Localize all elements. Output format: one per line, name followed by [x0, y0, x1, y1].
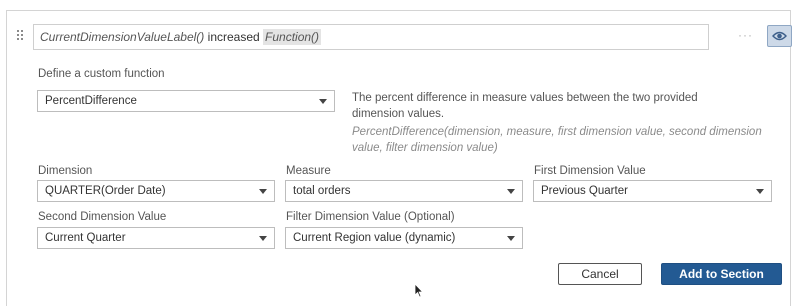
dimension-select[interactable]: QUARTER(Order Date): [37, 180, 275, 202]
first-dimension-value-select[interactable]: Previous Quarter: [533, 180, 772, 202]
custom-function-heading: Define a custom function: [38, 68, 165, 80]
drag-handle-icon[interactable]: [17, 30, 25, 42]
cancel-button[interactable]: Cancel: [558, 263, 642, 285]
measure-select[interactable]: total orders: [285, 180, 523, 202]
chevron-down-icon: [756, 189, 764, 194]
eye-icon: [772, 31, 787, 41]
filter-dimension-value-select[interactable]: Current Region value (dynamic): [285, 227, 523, 249]
chevron-down-icon: [507, 189, 515, 194]
filter-dimension-value: Current Region value (dynamic): [293, 232, 456, 244]
measure-value: total orders: [293, 185, 351, 197]
custom-function-select[interactable]: PercentDifference: [37, 90, 335, 112]
dimension-label: Dimension: [38, 165, 93, 177]
preview-toggle-button[interactable]: [767, 25, 792, 47]
expression-input[interactable]: CurrentDimensionValueLabel() increased F…: [33, 24, 709, 50]
function-syntax: PercentDifference(dimension, measure, fi…: [352, 126, 762, 154]
filter-dimension-value-label: Filter Dimension Value (Optional): [286, 211, 455, 223]
second-dimension-value: Current Quarter: [45, 232, 126, 244]
expression-text: increased: [204, 30, 264, 44]
second-dimension-value-label: Second Dimension Value: [38, 211, 167, 223]
first-dimension-value-label: First Dimension Value: [534, 165, 646, 177]
custom-function-value: PercentDifference: [45, 95, 137, 107]
second-dimension-value-select[interactable]: Current Quarter: [37, 227, 275, 249]
add-to-section-button[interactable]: Add to Section: [661, 263, 782, 285]
dimension-token[interactable]: CurrentDimensionValueLabel(): [40, 30, 204, 44]
dimension-value: QUARTER(Order Date): [45, 185, 166, 197]
chevron-down-icon: [259, 236, 267, 241]
mouse-cursor-icon: [414, 283, 424, 298]
first-dimension-value: Previous Quarter: [541, 185, 628, 197]
measure-label: Measure: [286, 165, 331, 177]
chevron-down-icon: [319, 99, 327, 104]
custom-function-panel: [6, 10, 791, 306]
chevron-down-icon: [259, 189, 267, 194]
function-token[interactable]: Function(): [263, 29, 322, 45]
function-description: The percent difference in measure values…: [352, 92, 698, 120]
more-options-icon[interactable]: ···: [738, 28, 753, 42]
chevron-down-icon: [507, 236, 515, 241]
